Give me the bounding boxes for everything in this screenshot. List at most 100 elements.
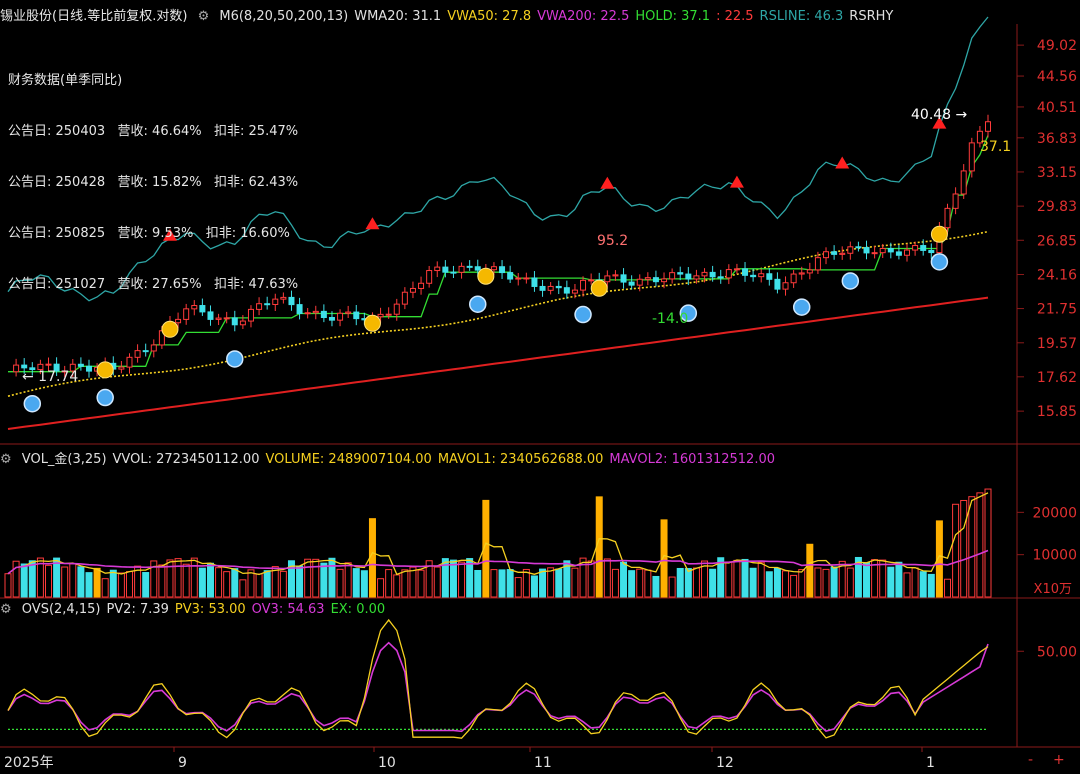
- candle-body: [442, 266, 449, 273]
- volume-header: ⚙ VOL_金(3,25) VVOL: 2723450112.00 VOLUME: …: [0, 448, 1016, 467]
- volume-bar: [611, 568, 619, 598]
- volume-bar: [433, 566, 441, 598]
- financial-row: 公告日: 250403 营收: 46.64% 扣非: 25.47%: [8, 124, 299, 139]
- candle-body: [604, 275, 611, 283]
- candle-body: [13, 364, 20, 373]
- volume-bar: [814, 567, 822, 598]
- settings-icon[interactable]: ⚙: [198, 9, 210, 24]
- volume-bar: [903, 572, 911, 598]
- candle-body: [831, 251, 838, 255]
- volume-bar: [773, 567, 781, 598]
- settings-icon[interactable]: ⚙: [0, 602, 12, 617]
- blue-ball-marker: [226, 350, 244, 368]
- financial-row: 公告日: 251027 营收: 27.65% 扣非: 47.63%: [8, 277, 299, 292]
- volume-bar: [555, 568, 563, 598]
- volume-bar: [166, 559, 174, 598]
- price-tick-label: 29.83: [1037, 199, 1077, 215]
- candle-body: [823, 251, 830, 259]
- candle-body: [895, 251, 902, 256]
- red-triangle-marker: [835, 156, 850, 169]
- indicator-value: EX: 0.00: [330, 602, 386, 617]
- candle-body: [758, 273, 765, 278]
- indicator-value: RSRHY: [849, 9, 894, 24]
- financial-summary: 财务数据(单季同比) 公告日: 250403 营收: 46.64% 扣非: 25…: [8, 38, 298, 310]
- candle-body: [320, 310, 327, 319]
- volume-bar: [312, 558, 320, 598]
- volume-bar: [77, 566, 85, 598]
- volume-bar: [684, 568, 692, 598]
- blue-ball-marker: [792, 298, 811, 316]
- gold-up-marker: [930, 225, 948, 243]
- indicator-value: M6(8,20,50,200,13): [219, 9, 349, 24]
- candle-body: [142, 350, 149, 353]
- volume-bar: [863, 562, 871, 598]
- indicator-value: PV2: 7.39: [106, 602, 169, 617]
- indicator-value: VOLUME: 2489007104.00: [265, 452, 432, 467]
- red-triangle-marker: [365, 217, 380, 230]
- volume-bar: [822, 568, 830, 598]
- volume-bar: [620, 561, 628, 598]
- candle-body: [490, 266, 497, 271]
- time-tick-label: 12: [716, 755, 734, 771]
- candle-body: [474, 266, 481, 271]
- volume-bar: [449, 559, 457, 598]
- volume-bar: [344, 562, 352, 598]
- candle-body: [798, 272, 805, 275]
- candle-body: [409, 287, 416, 293]
- volume-bar: [247, 569, 255, 598]
- candle-body: [717, 276, 724, 279]
- candle-body: [928, 249, 935, 254]
- volume-bar: [741, 558, 749, 598]
- volume-bar: [417, 569, 425, 598]
- candle-body: [450, 271, 457, 274]
- candle-body: [231, 317, 238, 326]
- volume-bar: [401, 569, 409, 598]
- time-tick-label: 2025年: [4, 755, 54, 771]
- volume-bar: [539, 568, 547, 598]
- candle-body: [515, 277, 522, 280]
- ovs-header: ⚙ OVS(2,4,15) PV2: 7.39 PV3: 53.00 OV3: 54.…: [0, 602, 1016, 617]
- candle-body: [531, 277, 538, 287]
- candle-body: [774, 278, 781, 290]
- volume-bar: [69, 563, 77, 598]
- blue-ball-marker: [930, 253, 949, 271]
- volume-bar: [206, 562, 214, 598]
- financial-row: 公告日: 250825 营收: 9.53% 扣非: 16.60%: [8, 226, 290, 241]
- vwa200-line: [7, 296, 989, 430]
- time-tick-label: 11: [534, 755, 552, 771]
- low-annotation: ← 17.74: [22, 369, 78, 385]
- candle-body: [215, 317, 222, 320]
- candle-body: [337, 312, 344, 321]
- candle-body: [239, 320, 246, 326]
- settings-icon[interactable]: ⚙: [0, 452, 12, 467]
- zoom-in-button[interactable]: +: [1053, 752, 1065, 768]
- volume-bar: [668, 576, 676, 598]
- price-tick-label: 26.85: [1037, 233, 1077, 249]
- volume-bar: [846, 567, 854, 598]
- volume-bar: [587, 560, 595, 598]
- candle-body: [960, 170, 967, 195]
- candle-body: [555, 285, 562, 289]
- volume-bar: [984, 488, 992, 598]
- volume-bar: [514, 577, 522, 598]
- candle-body: [401, 291, 408, 305]
- candle-body: [547, 285, 554, 291]
- candle-body: [871, 252, 878, 255]
- candle-body: [863, 247, 870, 254]
- volume-bar: [182, 563, 190, 598]
- candle-body: [499, 266, 506, 274]
- indicator-value: VOL_金(3,25): [21, 452, 107, 467]
- stock-title[interactable]: 锡业股份(日线.等比前复权.对数): [0, 9, 187, 24]
- volume-bar: [806, 543, 814, 598]
- candle-body: [312, 310, 319, 314]
- candle-body: [507, 272, 514, 280]
- candle-body: [223, 317, 230, 320]
- candle-body: [126, 356, 133, 368]
- blue-ball-marker: [469, 295, 487, 313]
- candle-body: [353, 311, 360, 320]
- high-annotation: 95.2: [597, 233, 628, 249]
- candle-body: [418, 282, 425, 289]
- candle-body: [806, 269, 813, 274]
- zoom-out-button[interactable]: -: [1028, 752, 1033, 768]
- candle-body: [175, 318, 182, 324]
